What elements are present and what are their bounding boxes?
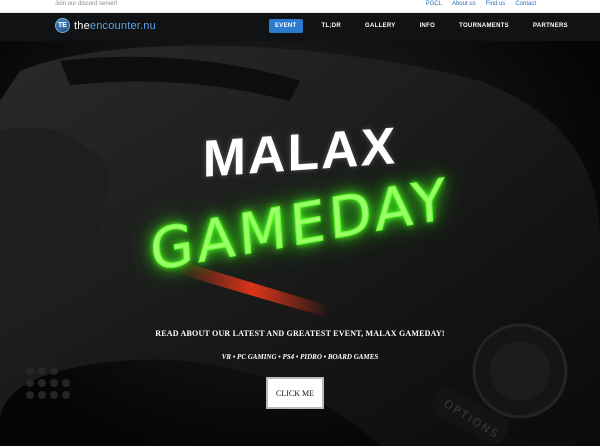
nav-item-partners[interactable]: PARTNERS (528, 19, 573, 33)
nav-item-gallery[interactable]: GALLERY (360, 19, 401, 33)
hero-activities: VR • PC GAMING • PS4 • PIDRO • BOARD GAM… (221, 353, 379, 361)
top-link-find-us[interactable]: Find us (486, 1, 506, 7)
logo-text: theencounter.nu (74, 20, 156, 32)
click-me-button[interactable]: CLICK ME (266, 377, 324, 409)
nav-item-info[interactable]: INFO (415, 19, 441, 33)
primary-nav: EVENT TL;DR GALLERY INFO TOURNAMENTS PAR… (269, 19, 587, 33)
top-link-about-us[interactable]: About us (452, 1, 476, 7)
main-navbar: TE theencounter.nu EVENT TL;DR GALLERY I… (0, 13, 600, 41)
hero-section: OPTIONS MALAX GAMEDAY READ ABOUT OUR LAT… (0, 41, 600, 446)
nav-item-event[interactable]: EVENT (269, 19, 303, 33)
top-link-contact[interactable]: Contact (515, 1, 536, 7)
logo-text-prefix: the (74, 19, 90, 32)
nav-item-tournaments[interactable]: TOURNAMENTS (454, 19, 514, 33)
logo-text-suffix: .nu (140, 19, 156, 32)
logo-mark-icon: TE (55, 18, 70, 33)
hero-tagline: READ ABOUT OUR LATEST AND GREATEST EVENT… (155, 329, 445, 338)
site-logo[interactable]: TE theencounter.nu (55, 18, 156, 33)
top-link-pgcl[interactable]: PGCL (426, 1, 442, 7)
top-links: PGCL About us Find us Contact (426, 1, 536, 7)
discord-link[interactable]: Join our discord server! (55, 1, 117, 7)
nav-item-tldr[interactable]: TL;DR (317, 19, 347, 33)
logo-text-main: encounter (89, 19, 141, 32)
top-utility-bar: Join our discord server! PGCL About us F… (0, 0, 600, 13)
